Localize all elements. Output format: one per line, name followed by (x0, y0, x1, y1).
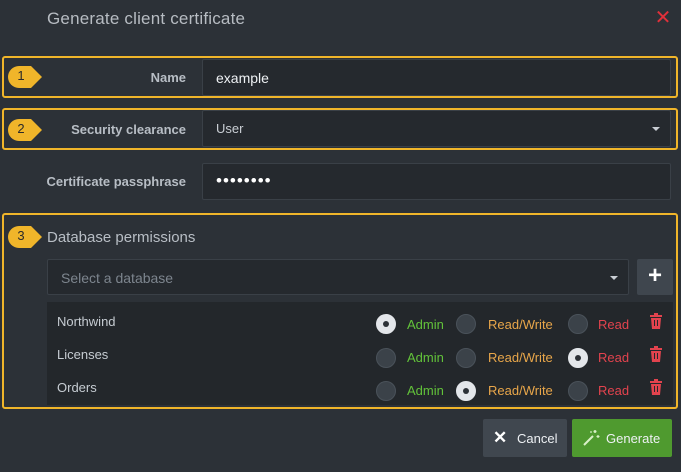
database-name: Licenses (57, 347, 109, 362)
name-input[interactable]: example (202, 59, 671, 96)
radio-read-write[interactable] (456, 348, 476, 368)
radio-admin[interactable] (376, 381, 396, 401)
option-read-write-label: Read/Write (488, 350, 553, 365)
generate-button[interactable]: Generate (572, 419, 672, 457)
passphrase-label: Certificate passphrase (46, 174, 186, 189)
radio-read[interactable] (568, 314, 588, 334)
dialog-title: Generate client certificate (47, 9, 246, 28)
radio-read-write[interactable] (456, 381, 476, 401)
cancel-button[interactable]: ✕ Cancel (483, 419, 567, 457)
callout-pin-3: 3 (5, 224, 43, 250)
database-select-placeholder: Select a database (61, 270, 174, 286)
callout-number: 3 (17, 228, 25, 243)
callout-pin-1: 1 (5, 64, 43, 90)
option-admin-label: Admin (407, 350, 444, 365)
database-select[interactable]: Select a database (47, 259, 629, 295)
name-label: Name (150, 70, 186, 85)
close-icon[interactable]: ✕ (652, 6, 674, 28)
radio-read[interactable] (568, 348, 588, 368)
trash-icon[interactable] (649, 379, 663, 395)
permission-row: Northwind Admin Read/Write Read (47, 304, 673, 338)
security-clearance-label: Security clearance (71, 122, 186, 137)
passphrase-input[interactable]: •••••••• (202, 163, 671, 200)
magic-wand-icon (582, 429, 600, 450)
trash-icon[interactable] (649, 346, 663, 362)
option-admin-label: Admin (407, 317, 444, 332)
option-read-label: Read (598, 383, 630, 398)
callout-pin-2: 2 (5, 117, 43, 143)
cancel-label: Cancel (517, 431, 558, 446)
option-admin-label: Admin (407, 383, 444, 398)
add-database-button[interactable]: + (637, 259, 673, 295)
chevron-down-icon (610, 276, 618, 280)
chevron-down-icon (652, 127, 660, 131)
database-name: Orders (57, 380, 97, 395)
option-read-label: Read (598, 350, 630, 365)
security-clearance-select[interactable]: User (202, 110, 671, 147)
option-read-label: Read (598, 317, 630, 332)
radio-read-write[interactable] (456, 314, 476, 334)
radio-read[interactable] (568, 381, 588, 401)
permission-row: Licenses Admin Read/Write Read (47, 338, 673, 372)
permission-row: Orders Admin Read/Write Read (47, 372, 673, 406)
close-icon: ✕ (493, 428, 508, 447)
radio-admin[interactable] (376, 348, 396, 368)
radio-admin[interactable] (376, 314, 396, 334)
permissions-title: Database permissions (47, 229, 196, 246)
callout-number: 2 (17, 121, 25, 136)
option-read-write-label: Read/Write (488, 383, 553, 398)
callout-number: 1 (17, 68, 25, 83)
database-name: Northwind (57, 314, 116, 329)
permissions-table: Northwind Admin Read/Write Read Licenses… (47, 302, 673, 405)
generate-label: Generate (606, 431, 661, 446)
security-clearance-value: User (216, 121, 244, 136)
option-read-write-label: Read/Write (488, 317, 553, 332)
trash-icon[interactable] (649, 313, 663, 329)
